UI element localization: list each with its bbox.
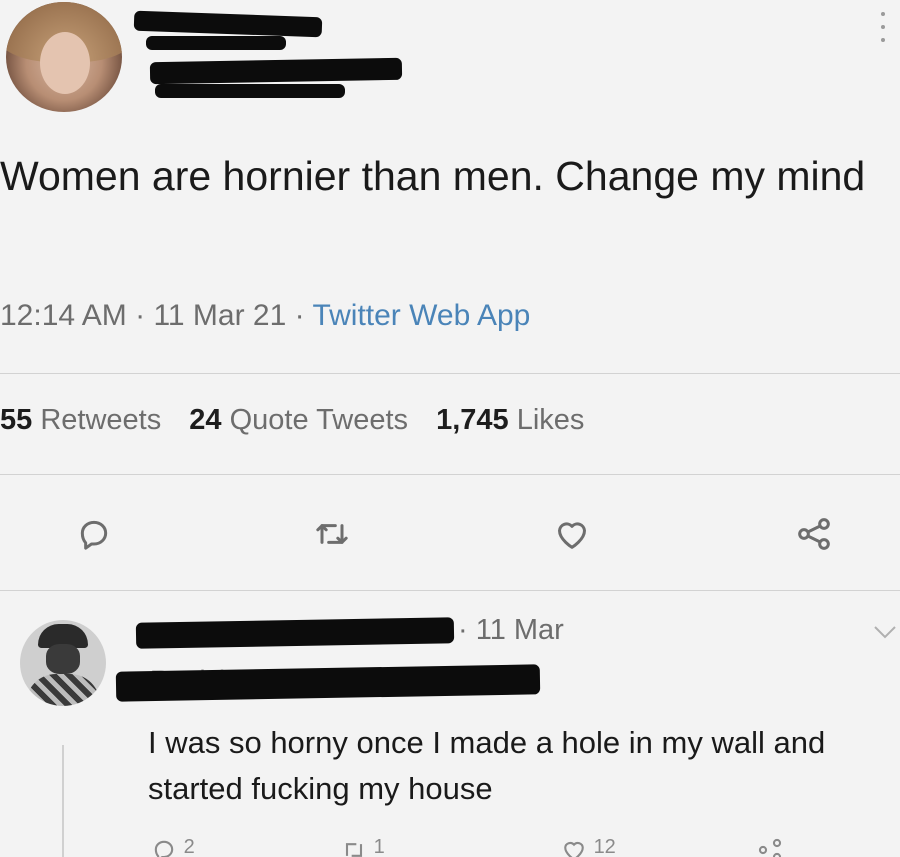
redacted-username xyxy=(149,57,403,85)
reply-reply-button[interactable]: 2 xyxy=(150,836,195,857)
reply-like-button[interactable]: 12 xyxy=(560,836,616,857)
like-icon xyxy=(558,522,586,549)
tweet-date[interactable]: 11 Mar 21 xyxy=(153,299,286,332)
divider xyxy=(0,373,900,374)
redacted-reply-author xyxy=(135,617,455,649)
reply-icon xyxy=(80,520,108,550)
retweet-button[interactable] xyxy=(308,510,356,558)
reply-icon xyxy=(154,840,174,857)
redacted-replying-to-handle xyxy=(115,664,541,702)
reply-reply-count: 2 xyxy=(183,836,195,857)
tweet-text: Women are hornier than men. Change my mi… xyxy=(0,153,866,199)
avatar-face xyxy=(46,644,80,674)
tweet-stats: 55 Retweets 24 Quote Tweets 1,745 Likes xyxy=(0,404,604,437)
reply-retweet-count: 1 xyxy=(373,836,385,857)
avatar-body xyxy=(26,674,100,706)
chevron-down-icon[interactable] xyxy=(872,622,898,642)
like-icon xyxy=(564,841,584,857)
redacted-display-name xyxy=(133,10,323,38)
reply-text: I was so horny once I made a hole in my … xyxy=(148,725,826,806)
more-options-icon[interactable] xyxy=(880,12,886,42)
tweet-meta: 12:14 AM · 11 Mar 21 · Twitter Web App xyxy=(0,299,530,333)
reply-retweet-button[interactable]: 1 xyxy=(340,836,385,857)
tweet-source-link[interactable]: Twitter Web App xyxy=(312,299,530,332)
tweet-action-bar xyxy=(0,510,900,558)
share-button[interactable] xyxy=(790,510,838,558)
share-icon xyxy=(798,518,830,550)
reply-author-avatar[interactable] xyxy=(20,620,106,706)
author-avatar[interactable] xyxy=(6,2,122,112)
share-icon xyxy=(758,838,782,857)
reply-timestamp[interactable]: · 11 Mar xyxy=(458,614,564,647)
tweet-detail: Women are hornier than men. Change my mi… xyxy=(0,0,900,857)
reply-action-bar: 2 1 12 xyxy=(0,836,900,857)
redacted-username-2 xyxy=(155,84,345,98)
like-button[interactable] xyxy=(548,510,596,558)
retweet-icon xyxy=(316,524,348,544)
retweets-stat[interactable]: 55 Retweets xyxy=(0,404,161,436)
meta-separator: · xyxy=(294,299,305,332)
redacted-display-name-2 xyxy=(146,36,286,50)
retweet-icon xyxy=(345,843,363,857)
divider xyxy=(0,590,900,591)
reply-button[interactable] xyxy=(70,510,118,558)
reply-like-count: 12 xyxy=(593,836,616,857)
meta-separator: · xyxy=(135,299,146,332)
tweet-time[interactable]: 12:14 AM xyxy=(0,299,127,332)
divider xyxy=(0,474,900,475)
quote-tweets-stat[interactable]: 24 Quote Tweets xyxy=(189,404,408,436)
reply-share-button[interactable] xyxy=(756,836,784,857)
likes-stat[interactable]: 1,745 Likes xyxy=(436,404,584,436)
avatar-face xyxy=(40,32,90,94)
